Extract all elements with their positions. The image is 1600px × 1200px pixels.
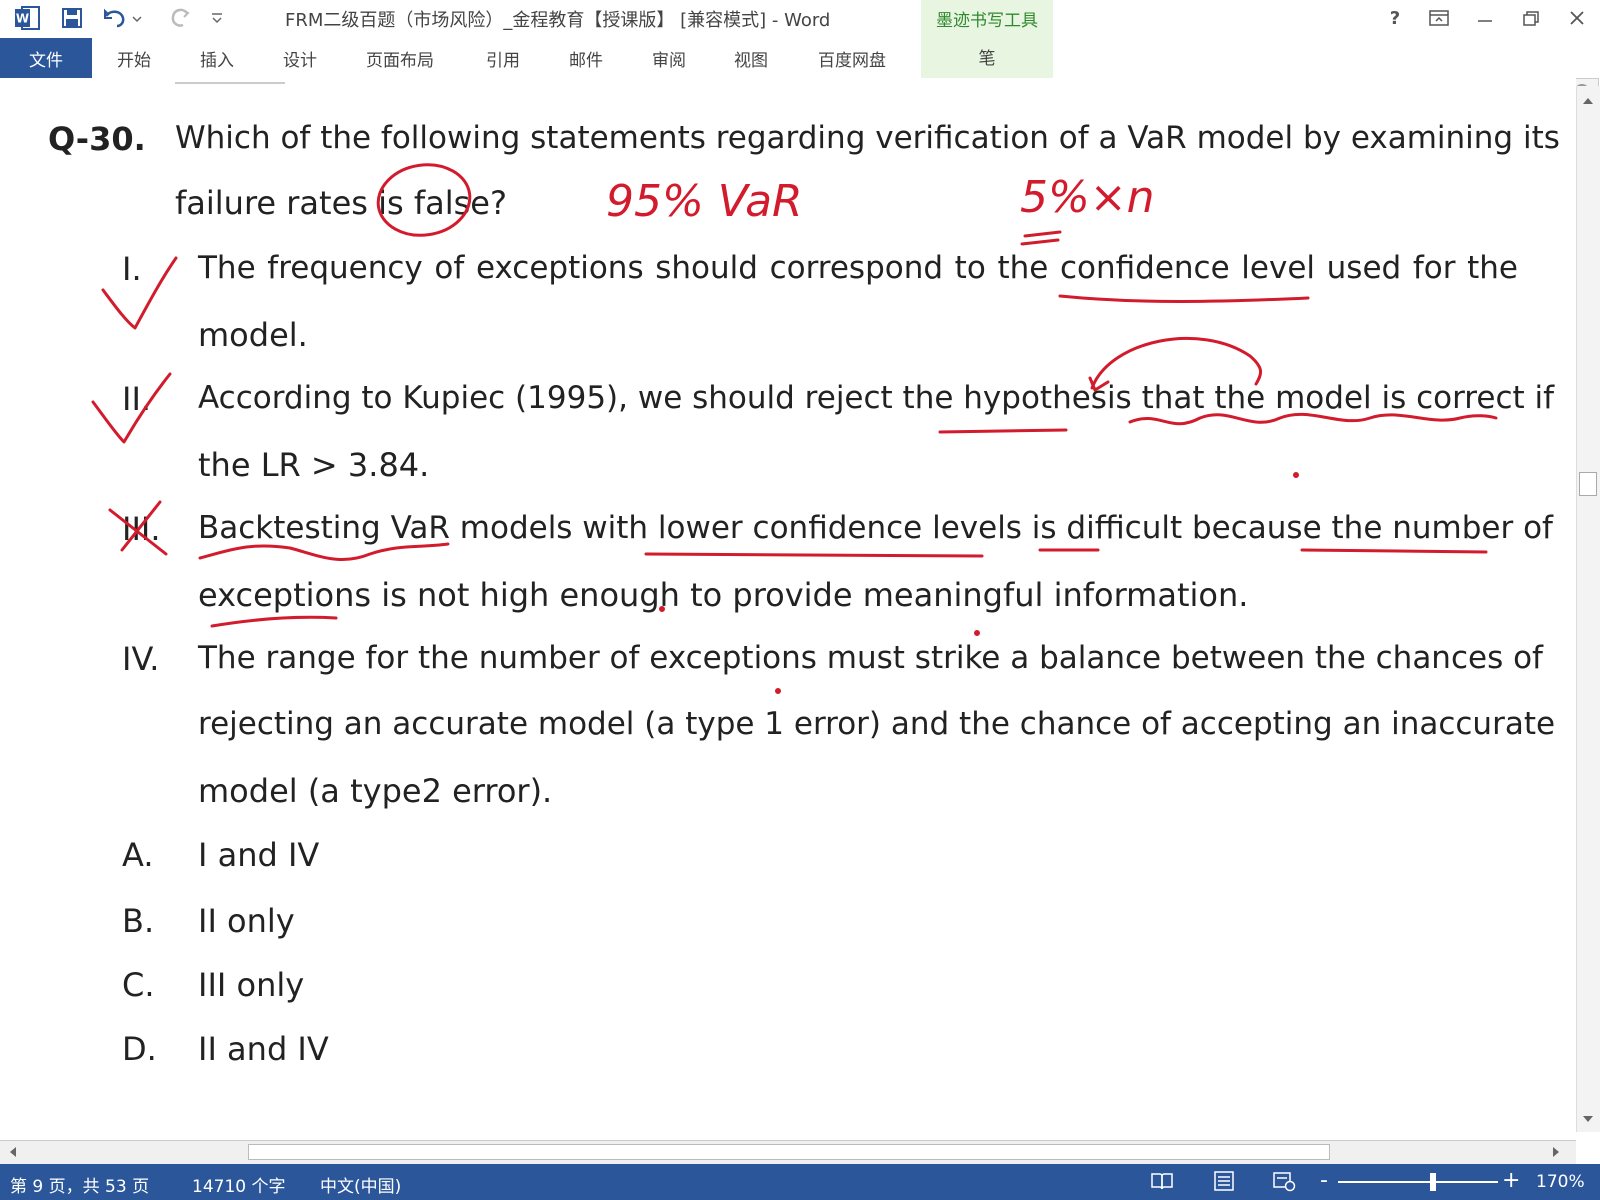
option-letter: A. [122, 836, 154, 874]
language-indicator[interactable]: 中文(中国) [320, 1172, 401, 1197]
ink-underline-lower-confidence-levels [644, 552, 984, 558]
title-bar: W FRM二级百题（市场风险）_金程教育【授课版】 [兼容模式] - Word … [0, 0, 1600, 38]
ink-dot [1293, 472, 1299, 478]
statement-numeral: IV. [122, 640, 160, 678]
statement-line: According to Kupiec (1995), we should re… [198, 380, 1555, 416]
help-icon[interactable]: ? [1378, 4, 1412, 32]
ink-tools-contextual-group: 墨迹书写工具 笔 [921, 0, 1053, 78]
statement-line: model. [198, 316, 308, 354]
zoom-slider-thumb[interactable] [1430, 1173, 1436, 1191]
tab-home[interactable]: 开始 [117, 38, 151, 78]
ink-underline-exceptions [210, 615, 338, 628]
ink-underline-hypothesis [938, 428, 1068, 434]
scroll-down-arrow-icon[interactable] [1577, 1108, 1599, 1130]
ink-underline-number-of [1300, 548, 1488, 554]
option-text: I and IV [198, 836, 320, 874]
statement-numeral: II. [122, 380, 152, 418]
tab-mailings[interactable]: 邮件 [569, 38, 603, 78]
statement-line: exceptions is not high enough to provide… [198, 576, 1249, 614]
ink-dot [775, 688, 781, 694]
statement-line: model (a type2 error). [198, 772, 553, 810]
ribbon-tab-bar: 文件 开始 插入 设计 页面布局 引用 邮件 审阅 视图 百度网盘 登录 [0, 38, 1600, 114]
scroll-right-arrow-icon[interactable] [1545, 1141, 1567, 1163]
horizontal-scrollbar[interactable] [0, 1140, 1576, 1164]
statement-numeral: I. [122, 250, 142, 288]
option-text: III only [198, 966, 305, 1004]
tab-references[interactable]: 引用 [486, 38, 520, 78]
tab-insert[interactable]: 插入 [200, 38, 234, 78]
zoom-in-button[interactable]: + [1502, 1168, 1520, 1193]
restore-button[interactable] [1514, 4, 1548, 32]
ink-note-95-var: 95% VaR [606, 176, 803, 227]
zoom-level[interactable]: 170% [1536, 1172, 1585, 1192]
ribbon-display-options-icon[interactable] [1422, 4, 1456, 32]
statement-line: Backtesting VaR models with lower confid… [198, 510, 1553, 546]
zoom-slider[interactable] [1338, 1181, 1498, 1183]
close-button[interactable] [1560, 4, 1594, 32]
tab-page-layout[interactable]: 页面布局 [366, 38, 434, 78]
tab-file[interactable]: 文件 [0, 38, 92, 78]
ink-double-underline [1020, 230, 1062, 246]
read-mode-icon[interactable] [1150, 1170, 1178, 1194]
option-letter: C. [122, 966, 155, 1004]
tab-design[interactable]: 设计 [283, 38, 317, 78]
redo-icon[interactable] [166, 4, 196, 32]
undo-icon[interactable] [100, 4, 146, 32]
statement-line: The range for the number of exceptions m… [198, 640, 1543, 676]
document-canvas[interactable]: Q-30. Which of the following statements … [0, 78, 1576, 1142]
ink-dot [974, 630, 980, 636]
save-icon[interactable] [56, 4, 88, 32]
statement-line: the LR > 3.84. [198, 446, 430, 484]
option-letter: B. [122, 902, 155, 940]
word-app-icon[interactable]: W [10, 4, 44, 32]
ink-note-5pct-n: 5%×n [1020, 172, 1155, 223]
horizontal-scroll-thumb[interactable] [248, 1144, 1330, 1160]
page-count[interactable]: 第 9 页，共 53 页 [10, 1172, 149, 1197]
svg-text:W: W [16, 12, 29, 26]
statement-numeral: III. [122, 510, 161, 548]
question-number: Q-30. [48, 120, 146, 158]
page-top-fragment [175, 82, 285, 84]
ink-underline-confidence-level [1058, 294, 1310, 303]
option-letter: D. [122, 1030, 157, 1068]
customize-qat-icon[interactable] [206, 4, 228, 32]
statement-line: The frequency of exceptions should corre… [198, 250, 1518, 286]
word-count[interactable]: 14710 个字 [192, 1172, 285, 1197]
statement-line: rejecting an accurate model (a type 1 er… [198, 706, 1556, 742]
window-title: FRM二级百题（市场风险）_金程教育【授课版】 [兼容模式] - Word [285, 10, 831, 31]
option-text: II and IV [198, 1030, 329, 1068]
web-layout-icon[interactable] [1272, 1170, 1300, 1194]
tab-view[interactable]: 视图 [734, 38, 768, 78]
zoom-out-button[interactable]: - [1320, 1168, 1328, 1193]
vertical-scrollbar[interactable] [1576, 86, 1600, 1132]
scroll-up-arrow-icon[interactable] [1577, 90, 1599, 112]
tab-pen[interactable]: 笔 [921, 44, 1053, 69]
status-bar: 第 9 页，共 53 页 14710 个字 中文(中国) - + 170% [0, 1164, 1600, 1200]
question-text-line-1: Which of the following statements regard… [175, 120, 1560, 156]
ink-wavy-underline-backtesting [198, 542, 450, 562]
minimize-button[interactable] [1468, 4, 1502, 32]
tab-review[interactable]: 审阅 [652, 38, 686, 78]
ink-tools-label: 墨迹书写工具 [936, 11, 1038, 31]
tab-baidu-netdisk[interactable]: 百度网盘 [818, 38, 886, 78]
option-text: II only [198, 902, 295, 940]
scroll-left-arrow-icon[interactable] [2, 1141, 24, 1163]
print-layout-icon[interactable] [1212, 1170, 1240, 1194]
question-text-line-2: failure rates is false? [175, 184, 507, 222]
vertical-scroll-thumb[interactable] [1579, 472, 1597, 496]
